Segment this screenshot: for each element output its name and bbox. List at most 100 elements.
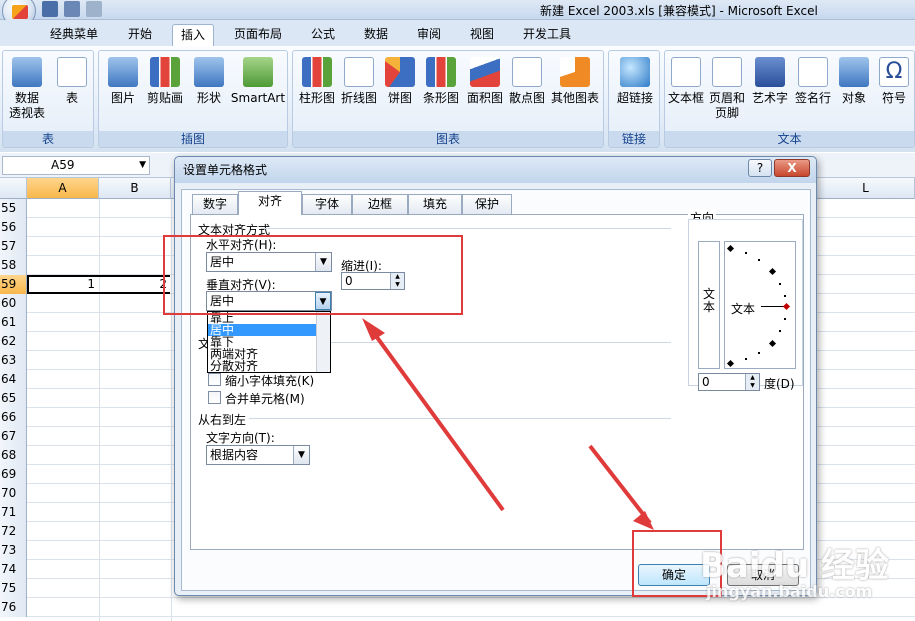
other-charts-label: 其他图表 (550, 91, 599, 105)
close-button[interactable]: X (774, 159, 810, 177)
orientation-dot (779, 330, 781, 332)
clipart-button[interactable]: 剪贴画 (145, 57, 185, 106)
shrink-to-fit-checkbox[interactable] (208, 373, 221, 386)
omega-icon: Ω (879, 57, 909, 87)
row-header[interactable]: 61 (0, 313, 27, 332)
tab-number[interactable]: 数字 (192, 194, 238, 214)
tab-home[interactable]: 开始 (120, 24, 160, 46)
row-header[interactable]: 69 (0, 465, 27, 484)
row-header[interactable]: 74 (0, 560, 27, 579)
save-icon[interactable] (42, 1, 58, 17)
row-header[interactable]: 62 (0, 332, 27, 351)
object-label: 对象 (841, 91, 866, 105)
row-header[interactable]: 59 (0, 275, 27, 294)
tab-developer[interactable]: 开发工具 (515, 24, 579, 46)
row-header[interactable]: 66 (0, 408, 27, 427)
object-button[interactable]: 对象 (837, 57, 871, 106)
textbox-icon (671, 57, 701, 87)
vertical-align-dropdown-list[interactable]: 靠上 居中 靠下 两端对齐 分散对齐 (207, 311, 331, 373)
table-button[interactable]: 表 (55, 57, 89, 106)
tab-view[interactable]: 视图 (462, 24, 502, 46)
tab-alignment[interactable]: 对齐 (238, 191, 302, 215)
list-item[interactable]: 靠下 (208, 336, 330, 348)
tab-insert[interactable]: 插入 (172, 24, 215, 46)
select-all-corner[interactable] (0, 178, 27, 199)
group-table-name: 表 (3, 131, 93, 147)
row-header[interactable]: 71 (0, 503, 27, 522)
tab-font[interactable]: 字体 (302, 194, 352, 214)
picture-button[interactable]: 图片 (105, 57, 141, 106)
scatter-chart-button[interactable]: 散点图 (507, 57, 547, 106)
hyperlink-button[interactable]: 超链接 (613, 57, 657, 106)
shapes-button[interactable]: 形状 (191, 57, 227, 106)
separator (261, 228, 671, 229)
chevron-down-icon[interactable]: ▼ (139, 157, 146, 174)
orientation-dial[interactable]: 文本 (724, 241, 796, 369)
wordart-button[interactable]: 艺术字 (749, 57, 791, 106)
pivot-table-button[interactable]: 数据 透视表 (7, 57, 47, 121)
chevron-down-icon[interactable]: ▼ (293, 446, 309, 464)
redo-icon[interactable] (86, 1, 102, 17)
symbol-button[interactable]: Ω 符号 (877, 57, 911, 106)
cell-a59[interactable]: 1 (27, 275, 99, 293)
tab-data[interactable]: 数据 (356, 24, 396, 46)
line-chart-button[interactable]: 折线图 (339, 57, 379, 106)
row-header[interactable]: 67 (0, 427, 27, 446)
row-header[interactable]: 65 (0, 389, 27, 408)
help-button[interactable]: ? (748, 159, 772, 177)
smartart-button[interactable]: SmartArt (229, 57, 287, 106)
name-box[interactable]: A59 ▼ (2, 156, 150, 175)
degree-stepper[interactable]: 0 ▲ ▼ (698, 373, 760, 391)
column-chart-button[interactable]: 柱形图 (297, 57, 337, 106)
row-header[interactable]: 56 (0, 218, 27, 237)
undo-icon[interactable] (64, 1, 80, 17)
header-footer-button[interactable]: 页眉和 页脚 (707, 57, 747, 121)
row-header[interactable]: 64 (0, 370, 27, 389)
row-header[interactable]: 60 (0, 294, 27, 313)
row-header[interactable]: 58 (0, 256, 27, 275)
tab-formulas[interactable]: 公式 (303, 24, 343, 46)
column-header-b[interactable]: B (99, 178, 171, 199)
tab-fill[interactable]: 填充 (408, 194, 462, 214)
group-illustrations-name: 插图 (99, 131, 287, 147)
tab-review[interactable]: 审阅 (409, 24, 449, 46)
orientation-dot (745, 358, 747, 360)
row-header[interactable]: 73 (0, 541, 27, 560)
row-header[interactable]: 55 (0, 199, 27, 218)
textbox-label: 文本框 (667, 91, 704, 105)
row-header[interactable]: 63 (0, 351, 27, 370)
other-charts-button[interactable]: 其他图表 (549, 57, 601, 106)
tab-protection[interactable]: 保护 (462, 194, 512, 214)
column-header-a[interactable]: A (27, 178, 99, 199)
list-item[interactable]: 两端对齐 (208, 348, 330, 360)
orientation-dot (726, 244, 735, 253)
signature-line-button[interactable]: 签名行 (793, 57, 833, 106)
merge-cells-checkbox[interactable] (208, 391, 221, 404)
row-header[interactable]: 57 (0, 237, 27, 256)
list-item[interactable]: 分散对齐 (208, 360, 330, 372)
pie-chart-button[interactable]: 饼图 (383, 57, 417, 106)
list-item-selected[interactable]: 居中 (208, 324, 330, 336)
row-header[interactable]: 70 (0, 484, 27, 503)
pie-chart-label: 饼图 (387, 91, 412, 105)
row-header[interactable]: 72 (0, 522, 27, 541)
cell-b59[interactable]: 2 (99, 275, 171, 293)
tab-classic-menu[interactable]: 经典菜单 (42, 24, 106, 46)
shrink-to-fit-label: 缩小字体填充(K) (225, 374, 315, 388)
text-direction-select[interactable]: 根据内容 ▼ (206, 445, 310, 465)
vertical-text-toggle[interactable]: 文 本 (698, 241, 720, 369)
column-header-l[interactable]: L (817, 178, 915, 199)
row-header[interactable]: 76 (0, 598, 27, 617)
group-table: 数据 透视表 表 表 (2, 50, 94, 148)
spin-arrows-icon[interactable]: ▲ ▼ (745, 374, 759, 390)
bar-chart-button[interactable]: 条形图 (421, 57, 461, 106)
list-scrollbar[interactable] (316, 312, 330, 372)
tab-page-layout[interactable]: 页面布局 (226, 24, 290, 46)
row-header[interactable]: 75 (0, 579, 27, 598)
row-header[interactable]: 68 (0, 446, 27, 465)
orientation-handle[interactable] (782, 302, 791, 311)
textbox-button[interactable]: 文本框 (667, 57, 705, 106)
area-chart-button[interactable]: 面积图 (465, 57, 505, 106)
line-chart-label: 折线图 (340, 91, 377, 105)
tab-border[interactable]: 边框 (352, 194, 408, 214)
